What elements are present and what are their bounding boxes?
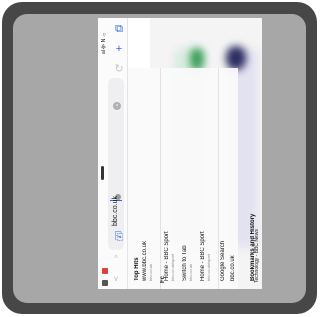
phone-screen: al 令 N ⌂ ⧉ + ↻ × bbc.co.uk ⎘ ^ v Top Hit…: [98, 18, 262, 289]
drag-handle[interactable]: [101, 166, 104, 180]
tabs-icon[interactable]: ⧉: [112, 24, 126, 35]
reload-icon[interactable]: ↻: [112, 64, 126, 75]
share-icon[interactable]: ⎘: [112, 232, 126, 243]
suggestion-item[interactable]: Switch to Tab bbc.co.uk: [182, 68, 198, 289]
address-input[interactable]: bbc.co.uk: [110, 196, 122, 226]
suggestion-top-hit[interactable]: www.bbc.co.uk bbc.co.uk: [142, 68, 158, 289]
chevron-up-icon[interactable]: ^: [114, 254, 118, 263]
clear-icon[interactable]: ×: [113, 102, 121, 110]
suggestions-panel: Top Hits www.bbc.co.uk bbc.co.uk Home - …: [128, 68, 238, 289]
divider: [160, 68, 161, 289]
page-icon: [102, 280, 108, 286]
plus-icon[interactable]: +: [112, 44, 126, 55]
suggestion-item[interactable]: Home - BBC Sport bbc.co.uk/sport: [200, 68, 216, 289]
bookmarks-history-header: Bookmarks and History: [250, 213, 256, 281]
divider: [218, 68, 219, 289]
background-thumbnail: [190, 48, 204, 70]
history-item[interactable]: Technology - BBC News: [254, 68, 262, 289]
background-avatar: [226, 46, 246, 70]
status-bar: al 令 N ⌂: [101, 31, 107, 54]
bbc-logo-mark: [102, 268, 108, 274]
page-heading-fragment: Fc: [160, 276, 166, 284]
chevron-down-icon[interactable]: v: [114, 274, 118, 283]
suggestions-header: Top Hits: [134, 257, 140, 281]
suggestion-item[interactable]: Home - BBC Sport bbc.co.uk/sport: [164, 68, 180, 289]
suggestion-item[interactable]: bbc.co.uk: [230, 68, 242, 289]
browser-chrome: al 令 N ⌂ ⧉ + ↻ × bbc.co.uk ⎘ ^ v: [98, 18, 128, 289]
